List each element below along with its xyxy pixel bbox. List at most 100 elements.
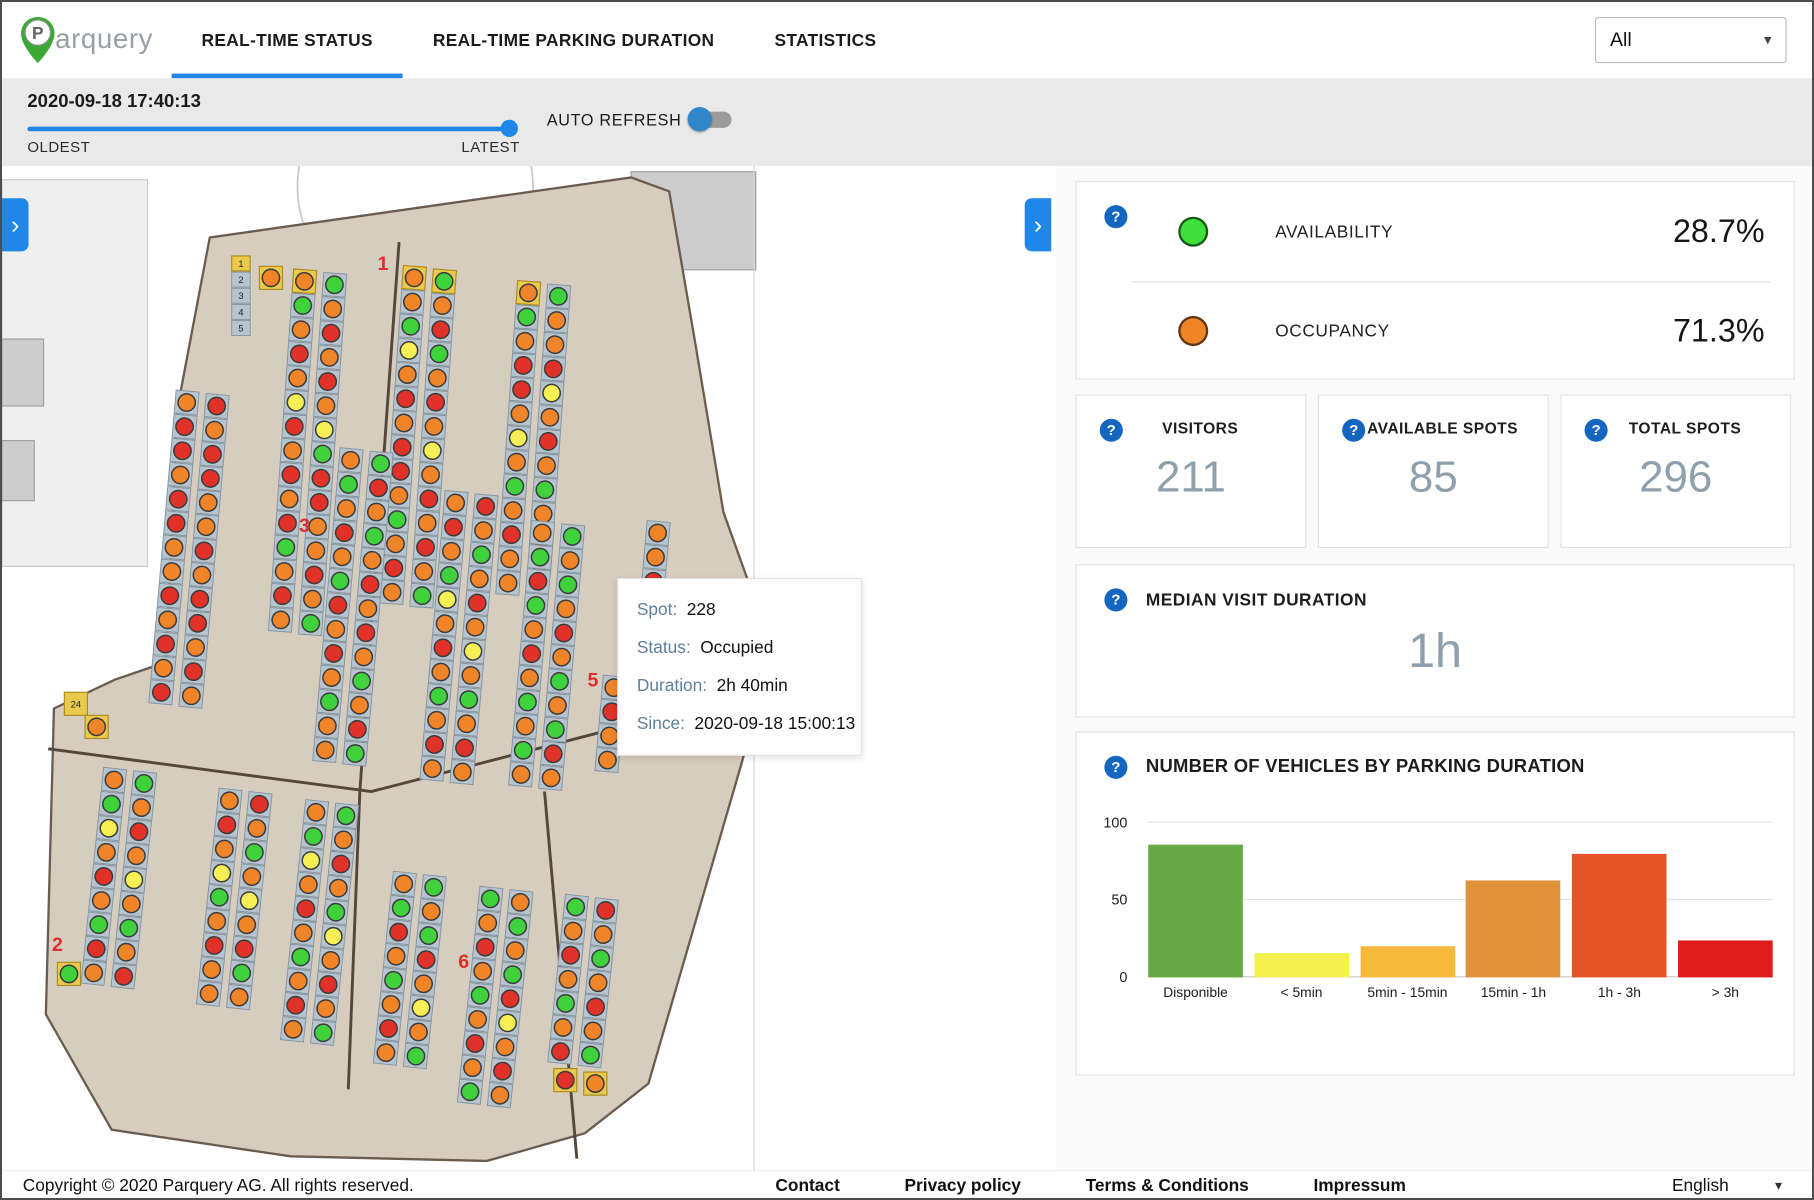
parking-spot[interactable] <box>325 276 343 294</box>
time-slider-knob[interactable] <box>501 120 518 137</box>
parking-spot[interactable] <box>302 614 320 632</box>
parking-spot[interactable] <box>461 666 480 685</box>
parking-spot[interactable] <box>464 642 483 661</box>
parking-spot[interactable] <box>272 611 290 629</box>
footer-link-impressum[interactable]: Impressum <box>1313 1175 1405 1195</box>
parking-spot[interactable] <box>533 524 552 543</box>
parking-spot[interactable] <box>557 600 576 619</box>
parking-spot[interactable] <box>453 763 472 782</box>
parking-spot[interactable] <box>293 296 311 314</box>
parking-spot[interactable] <box>413 586 431 604</box>
site-filter-dropdown[interactable]: All ▾ <box>1595 17 1787 63</box>
help-icon[interactable]: ? <box>1585 419 1608 442</box>
parking-spot[interactable] <box>163 562 182 581</box>
parking-spot[interactable] <box>504 501 522 519</box>
parking-spot[interactable] <box>205 421 224 440</box>
parking-spot[interactable] <box>273 586 291 604</box>
parking-spot[interactable] <box>401 317 419 335</box>
footer-link-contact[interactable]: Contact <box>775 1175 839 1195</box>
parking-spot[interactable] <box>282 466 300 484</box>
parking-spot[interactable] <box>440 566 459 585</box>
parking-spot[interactable] <box>435 272 453 290</box>
parking-spot[interactable] <box>428 369 446 387</box>
parking-spot[interactable] <box>537 456 555 474</box>
parking-spot[interactable] <box>160 586 179 605</box>
parking-spot[interactable] <box>173 441 192 460</box>
parking-spot[interactable] <box>393 438 411 456</box>
parking-spot[interactable] <box>203 445 222 464</box>
parking-spot[interactable] <box>559 575 578 594</box>
parking-spot[interactable] <box>396 390 414 408</box>
parking-spot[interactable] <box>425 735 444 754</box>
parking-spot[interactable] <box>317 396 335 414</box>
parking-spot[interactable] <box>262 269 279 286</box>
parking-spot[interactable] <box>506 477 524 495</box>
parking-spot[interactable] <box>352 672 371 691</box>
parking-spot[interactable] <box>507 453 525 471</box>
help-icon[interactable]: ? <box>1104 756 1127 779</box>
parking-spot[interactable] <box>158 610 177 629</box>
parking-spot[interactable] <box>541 408 559 426</box>
parking-spot[interactable] <box>587 1075 604 1092</box>
parking-spot[interactable] <box>438 590 457 609</box>
parking-spot[interactable] <box>421 466 439 484</box>
parking-spot[interactable] <box>312 469 330 487</box>
time-slider-track[interactable] <box>27 127 515 132</box>
parking-spot[interactable] <box>88 718 105 735</box>
parking-spot[interactable] <box>516 332 534 350</box>
parking-spot[interactable] <box>388 510 406 528</box>
parking-spot[interactable] <box>400 341 418 359</box>
parking-spot[interactable] <box>320 692 339 711</box>
footer-link-privacy-policy[interactable]: Privacy policy <box>904 1175 1020 1195</box>
parking-spot[interactable] <box>423 759 442 778</box>
parking-spot[interactable] <box>308 517 326 535</box>
parking-spot[interactable] <box>391 462 409 480</box>
parking-spot[interactable] <box>341 451 360 470</box>
parking-spot[interactable] <box>350 696 369 715</box>
parking-spot[interactable] <box>512 765 531 784</box>
auto-refresh-toggle-knob[interactable] <box>688 107 712 131</box>
parking-spot[interactable] <box>516 717 535 736</box>
parking-spot[interactable] <box>287 393 305 411</box>
parking-spot[interactable] <box>514 356 532 374</box>
parking-spot[interactable] <box>518 693 537 712</box>
parking-spot[interactable] <box>326 620 345 639</box>
parking-spot[interactable] <box>420 490 438 508</box>
parking-spot[interactable] <box>182 686 201 705</box>
parking-spot[interactable] <box>539 432 557 450</box>
parking-spot[interactable] <box>290 345 308 363</box>
parking-spot[interactable] <box>363 551 382 570</box>
parking-spot[interactable] <box>167 514 186 533</box>
parking-spot[interactable] <box>522 644 541 663</box>
parking-spot[interactable] <box>277 538 295 556</box>
parking-spot[interactable] <box>536 481 554 499</box>
parking-spot[interactable] <box>444 518 463 537</box>
parking-spot[interactable] <box>427 711 446 730</box>
parking-spot[interactable] <box>550 672 569 691</box>
parking-spot[interactable] <box>598 751 617 770</box>
parking-spot[interactable] <box>329 596 348 615</box>
parking-spot[interactable] <box>502 525 520 543</box>
tab-statistics[interactable]: STATISTICS <box>744 2 906 78</box>
parking-spot[interactable] <box>195 542 214 561</box>
parking-spot[interactable] <box>339 475 358 494</box>
parking-spot[interactable] <box>511 405 529 423</box>
help-icon[interactable]: ? <box>1104 588 1127 611</box>
help-icon[interactable]: ? <box>1104 205 1127 228</box>
parking-spot[interactable] <box>563 527 582 546</box>
parking-spot[interactable] <box>165 538 184 557</box>
parking-spot[interactable] <box>600 727 619 746</box>
parking-spot[interactable] <box>324 300 342 318</box>
help-icon[interactable]: ? <box>1342 419 1365 442</box>
parking-spot[interactable] <box>288 369 306 387</box>
parking-spot[interactable] <box>365 527 384 546</box>
parking-spot[interactable] <box>307 542 325 560</box>
parking-spot[interactable] <box>520 668 539 687</box>
parking-spot[interactable] <box>346 744 365 763</box>
parking-spot[interactable] <box>324 644 343 663</box>
parking-spot[interactable] <box>318 372 336 390</box>
parking-spot[interactable] <box>548 696 567 715</box>
parking-spot[interactable] <box>434 638 453 657</box>
parking-spot[interactable] <box>499 574 517 592</box>
parking-spot[interactable] <box>436 614 455 633</box>
